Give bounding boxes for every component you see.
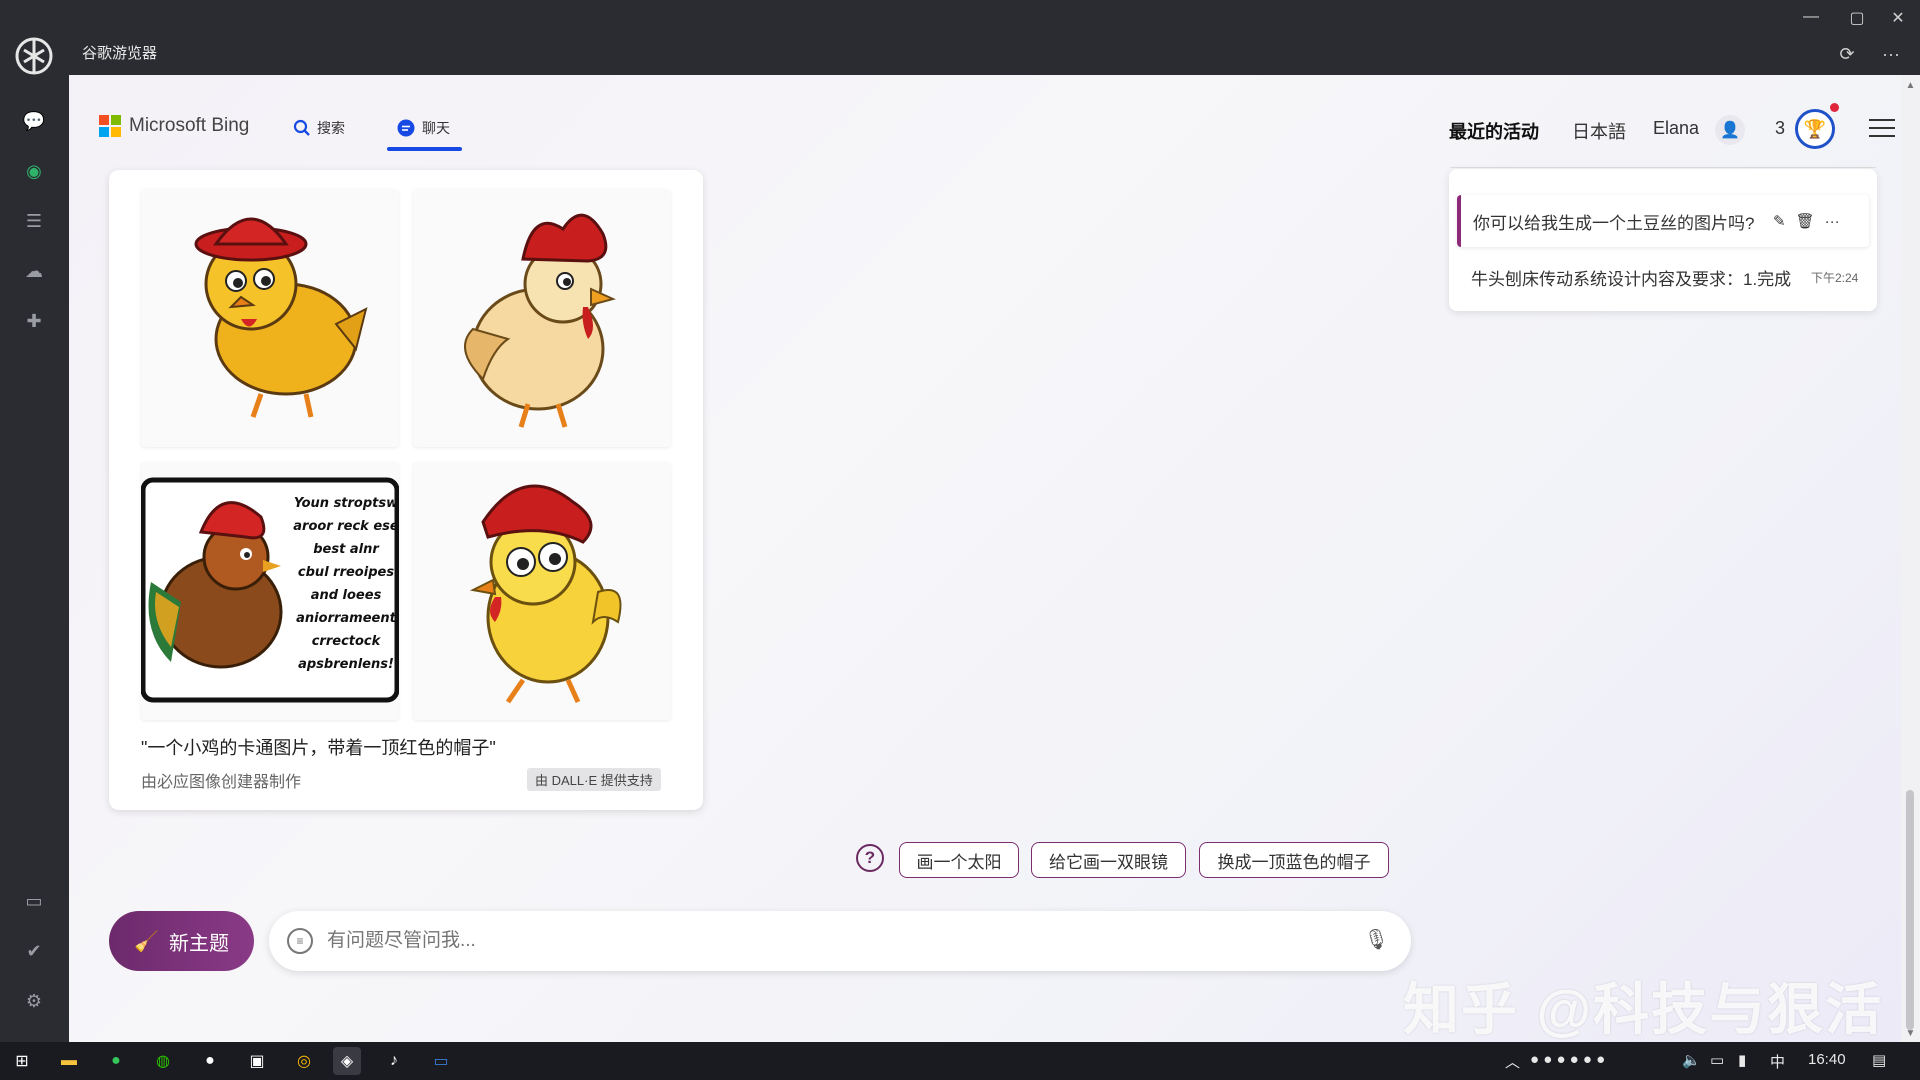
menu-icon[interactable]: [1869, 119, 1895, 139]
chat-input-box: ≡ 🎙: [269, 911, 1411, 971]
chat-bubble-icon: [397, 119, 415, 137]
generated-image-1[interactable]: [141, 189, 399, 447]
tab-search[interactable]: 搜索: [293, 115, 345, 141]
more-icon[interactable]: ···: [1825, 213, 1840, 230]
check-circle-icon[interactable]: ✔: [18, 935, 50, 967]
title-bar: 谷歌游览器 — ▢ ✕ ⟳ ···: [0, 0, 1920, 75]
app-logo-icon: [15, 37, 53, 75]
refresh-icon[interactable]: ⟳: [1832, 44, 1862, 65]
language-link[interactable]: 日本語: [1572, 118, 1626, 144]
tiktok-icon[interactable]: ♪: [380, 1047, 408, 1075]
chat-input[interactable]: [327, 930, 1327, 952]
chicken-red-comb-image: [464, 213, 616, 428]
recent-item[interactable]: 你可以给我生成一个土豆丝的图片吗? ✎ 🗑 ···: [1457, 195, 1869, 247]
plugin-icon[interactable]: ✚: [18, 305, 50, 337]
bing-logo[interactable]: Microsoft Bing: [99, 115, 249, 137]
recent-item-time: 下午2:24: [1811, 271, 1859, 285]
chatgpt-app-icon[interactable]: ◈: [333, 1047, 361, 1075]
zhihu-watermark: 知乎 @科技与狠活: [1403, 978, 1884, 1041]
app-blue-icon[interactable]: ▭: [427, 1047, 455, 1075]
user-avatar-icon[interactable]: 👤: [1715, 115, 1745, 145]
chick-red-hat-image: [194, 217, 368, 418]
tray-chevron-icon[interactable]: ︿: [1505, 1051, 1520, 1072]
generated-image-2[interactable]: [413, 189, 671, 447]
browser-icon[interactable]: ◉: [18, 155, 50, 187]
tab-chat[interactable]: 聊天: [396, 115, 450, 141]
windows-start-icon[interactable]: ⊞: [8, 1047, 36, 1075]
clock[interactable]: 16:40: [1808, 1051, 1846, 1068]
scrollbar-thumb[interactable]: [1906, 790, 1914, 1030]
broom-icon: 🧹: [134, 930, 159, 953]
active-tab-indicator: [387, 147, 462, 151]
brand-name: Microsoft Bing: [129, 115, 250, 136]
notification-dot: [1830, 103, 1839, 112]
suggestion-button[interactable]: 给它画一双眼镜: [1031, 842, 1186, 878]
minimize-button[interactable]: —: [1796, 8, 1826, 26]
recent-item-text: 你可以给我生成一个土豆丝的图片吗?: [1473, 213, 1755, 233]
tab-search-label: 搜索: [317, 120, 345, 136]
settings-icon[interactable]: ⚙: [18, 985, 50, 1017]
app-icon[interactable]: ▣: [243, 1047, 271, 1075]
file-explorer-icon[interactable]: ▬: [55, 1047, 83, 1075]
recent-item-text-2[interactable]: 牛头刨床传动系统设计内容及要求：1.完成: [1471, 265, 1801, 290]
new-topic-button[interactable]: 🧹 新主题: [109, 911, 254, 971]
scroll-down-icon[interactable]: ▼: [1903, 1028, 1918, 1039]
message-icon: ≡: [287, 928, 313, 954]
left-rail: 💬 ◉ ☰ ☁ ✚ ▭ ✔ ⚙: [0, 75, 69, 1042]
sign-text: Youn stroptsw aroor reck ese best alnr c…: [293, 496, 399, 672]
database-icon[interactable]: ☰: [18, 205, 50, 237]
chick-googly-eyes-image: [469, 484, 622, 704]
tab-chat-label: 聊天: [422, 120, 450, 136]
wechat-icon[interactable]: ◍: [149, 1047, 177, 1075]
generated-image-3[interactable]: Youn stroptsw aroor reck ese best alnr c…: [141, 462, 399, 720]
image-creator-label[interactable]: 由必应图像创建器制作: [141, 768, 301, 792]
qq-icon[interactable]: ●: [196, 1047, 224, 1075]
taskbar: [0, 1042, 1920, 1080]
ime-indicator[interactable]: 中: [1770, 1051, 1785, 1072]
search-icon: [293, 119, 310, 136]
recent-activity-link[interactable]: 最近的活动: [1449, 118, 1539, 144]
more-options-icon[interactable]: ···: [1876, 44, 1906, 65]
notification-icon[interactable]: ▤: [1872, 1051, 1886, 1069]
cloud-upload-icon[interactable]: ☁: [18, 255, 50, 287]
new-topic-label: 新主题: [168, 932, 229, 955]
help-question-icon[interactable]: ?: [856, 844, 884, 872]
delete-icon[interactable]: 🗑: [1796, 212, 1815, 230]
app-green-icon[interactable]: ●: [102, 1047, 130, 1075]
microphone-icon[interactable]: 🎙: [1364, 927, 1389, 952]
edit-icon[interactable]: ✎: [1773, 212, 1786, 230]
scroll-up-icon[interactable]: ▲: [1903, 80, 1918, 91]
tray-icons[interactable]: ● ● ● ● ● ●: [1530, 1051, 1605, 1068]
chat-icon[interactable]: 💬: [18, 105, 50, 137]
chrome-icon[interactable]: ◎: [290, 1047, 318, 1075]
user-name[interactable]: Elana: [1653, 118, 1699, 139]
dalle-badge: 由 DALL·E 提供支持: [527, 768, 661, 791]
phone-icon[interactable]: ▭: [18, 885, 50, 917]
window-title: 谷歌游览器: [82, 45, 158, 62]
network-icon[interactable]: ▭: [1710, 1051, 1724, 1069]
maximize-button[interactable]: ▢: [1842, 8, 1872, 28]
image-prompt-caption: "一个小鸡的卡通图片，带着一顶红色的帽子": [141, 738, 496, 758]
rewards-trophy-icon[interactable]: 🏆: [1795, 109, 1835, 149]
battery-icon[interactable]: ▮: [1738, 1051, 1746, 1069]
volume-icon[interactable]: 🔈: [1682, 1051, 1701, 1069]
close-button[interactable]: ✕: [1883, 8, 1913, 28]
microsoft-logo-icon: [99, 115, 121, 137]
suggestion-button[interactable]: 换成一顶蓝色的帽子: [1199, 842, 1389, 878]
generated-image-4[interactable]: [413, 462, 671, 720]
rewards-count[interactable]: 3: [1775, 118, 1785, 139]
bing-chat-page: Microsoft Bing 搜索 聊天 最近的活动 日本語 Elana 👤 3…: [69, 75, 1901, 1042]
suggestion-button[interactable]: 画一个太阳: [899, 842, 1019, 878]
recent-divider: [1450, 167, 1876, 168]
